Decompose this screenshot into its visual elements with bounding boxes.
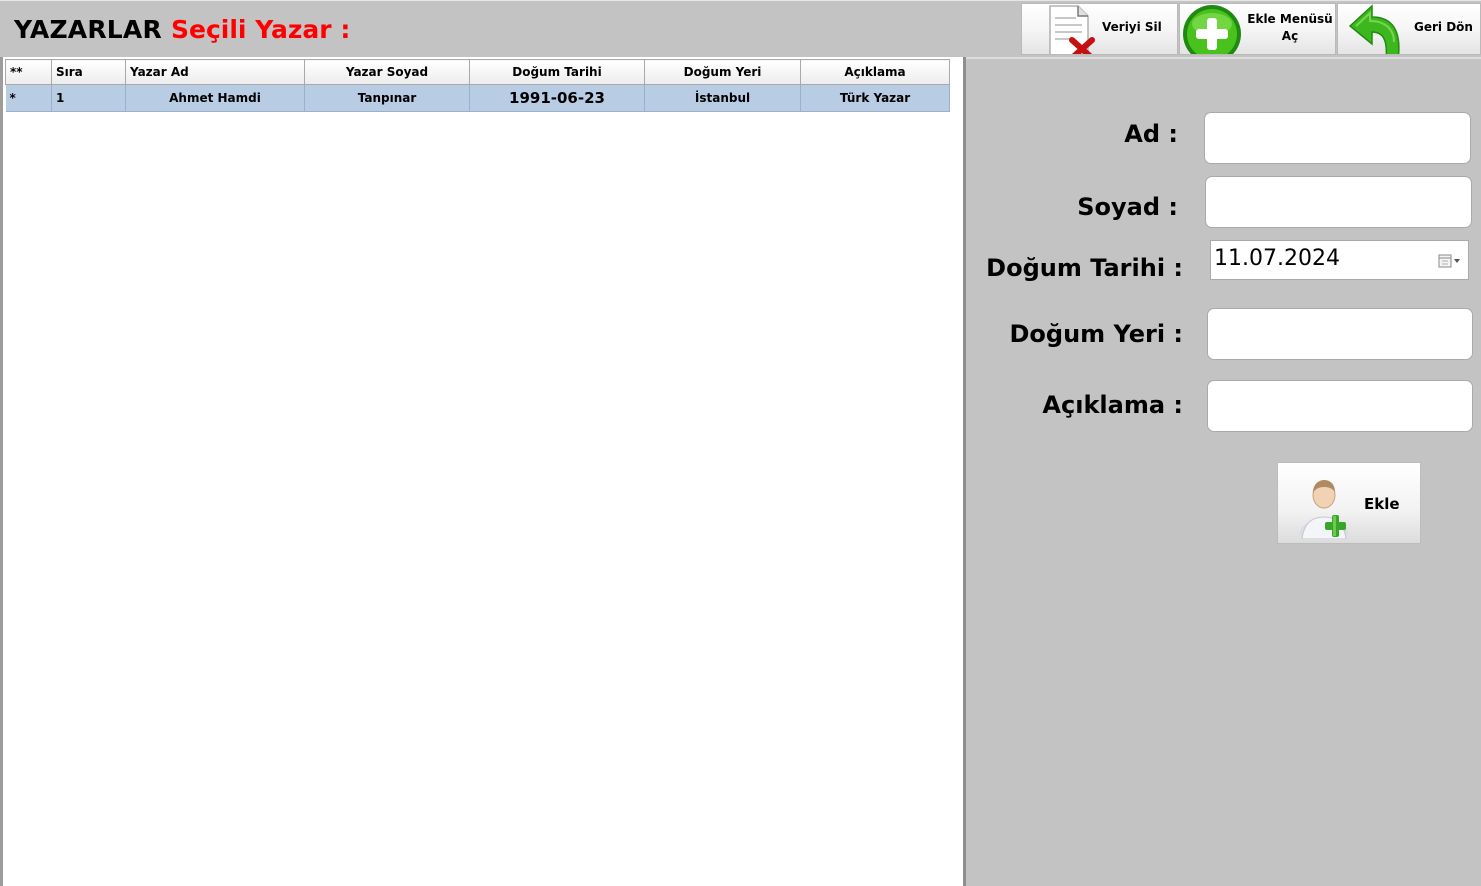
grid-header-row: ** Sıra Yazar Ad Yazar Soyad Doğum Tarih… [5,59,950,85]
dogum-yeri-input[interactable] [1207,308,1473,360]
sira-cell[interactable]: 1 [51,84,126,112]
header-bar: YAZARLAR Seçili Yazar : Veriyi Sil Ekle … [0,0,1481,57]
column-header-aciklama[interactable]: Açıklama [800,59,950,85]
ad-label: Ad : [1124,120,1178,148]
open-add-menu-button[interactable]: Ekle Menüsü Aç [1179,3,1336,55]
dogum-yeri-label: Doğum Yeri : [1009,320,1183,348]
green-plus-icon [1183,5,1241,54]
authors-grid[interactable]: ** Sıra Yazar Ad Yazar Soyad Doğum Tarih… [5,59,950,112]
add-user-icon [1300,480,1348,539]
page-title: YAZARLAR [14,15,162,44]
yazar-ad-cell[interactable]: Ahmet Hamdi [125,84,305,112]
soyad-label: Soyad : [1077,193,1178,221]
calendar-dropdown-icon[interactable] [1438,253,1462,269]
go-back-label: Geri Dön [1414,20,1473,34]
column-header-dogum-yeri[interactable]: Doğum Yeri [644,59,801,85]
yazar-soyad-cell[interactable]: Tanpınar [304,84,470,112]
table-row[interactable]: * 1 Ahmet Hamdi Tanpınar 1991-06-23 İsta… [5,84,950,112]
delete-data-button[interactable]: Veriyi Sil [1021,3,1178,55]
aciklama-label: Açıklama : [1042,391,1183,419]
aciklama-input[interactable] [1207,380,1473,432]
delete-document-icon [1049,5,1095,54]
column-header-sira[interactable]: Sıra [51,59,126,85]
column-header-indicator[interactable]: ** [5,59,52,85]
green-back-arrow-icon [1348,4,1400,54]
soyad-input[interactable] [1205,176,1472,228]
column-header-yazar-ad[interactable]: Yazar Ad [125,59,305,85]
delete-data-label: Veriyi Sil [1102,20,1162,34]
dogum-yeri-cell[interactable]: İstanbul [644,84,801,112]
dogum-tarihi-cell[interactable]: 1991-06-23 [469,84,645,112]
open-add-menu-label: Ekle Menüsü Aç [1247,12,1333,43]
column-header-dogum-tarihi[interactable]: Doğum Tarihi [469,59,645,85]
row-indicator-cell[interactable]: * [5,84,52,112]
dogum-tarihi-value: 11.07.2024 [1214,246,1340,271]
selected-author-label: Seçili Yazar : [171,15,351,44]
dogum-tarihi-label: Doğum Tarihi : [986,254,1183,282]
dogum-tarihi-picker[interactable]: 11.07.2024 [1210,240,1469,280]
aciklama-cell[interactable]: Türk Yazar [800,84,950,112]
go-back-button[interactable]: Geri Dön [1337,3,1481,55]
add-author-button[interactable]: Ekle [1277,462,1421,544]
column-header-yazar-soyad[interactable]: Yazar Soyad [304,59,470,85]
ad-input[interactable] [1204,112,1471,164]
authors-grid-panel: ** Sıra Yazar Ad Yazar Soyad Doğum Tarih… [0,57,963,886]
add-author-label: Ekle [1364,495,1400,513]
